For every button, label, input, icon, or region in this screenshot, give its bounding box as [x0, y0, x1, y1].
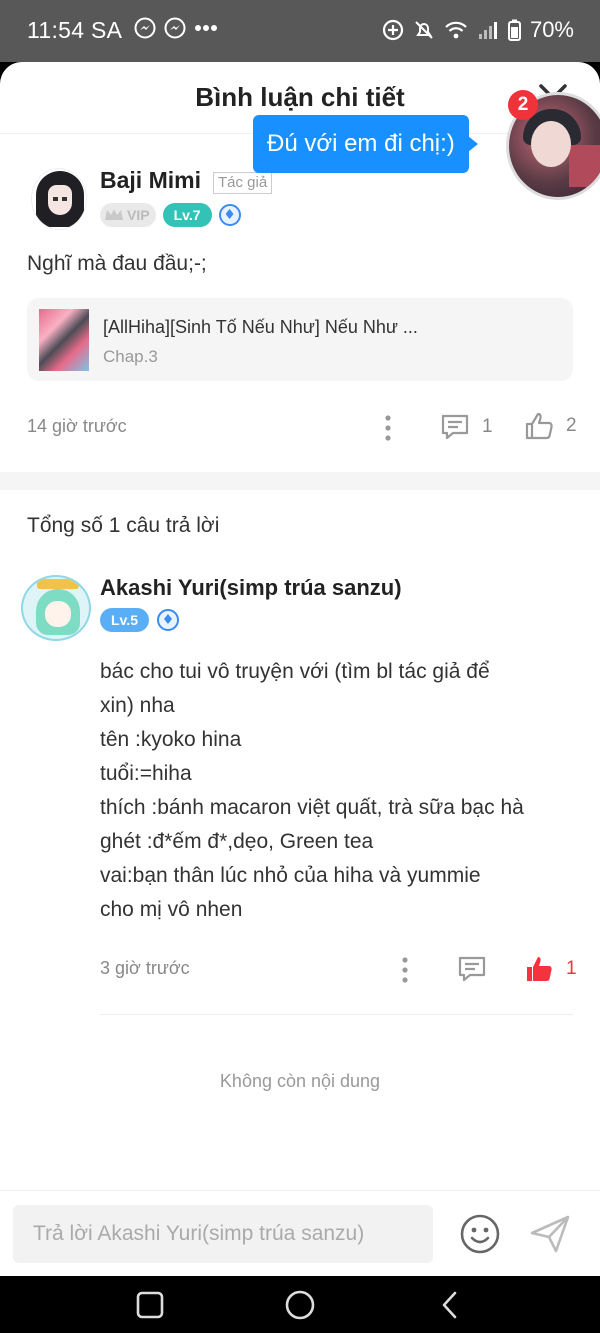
diamond-icon — [218, 204, 241, 226]
vip-label: VIP — [127, 207, 150, 223]
thumbs-up-filled-icon — [527, 957, 552, 981]
vip-badge: VIP — [100, 203, 156, 227]
home-icon[interactable] — [285, 1290, 315, 1320]
like-button[interactable]: 1 — [524, 954, 577, 984]
send-icon[interactable] — [528, 1213, 572, 1255]
emoji-icon[interactable] — [459, 1213, 501, 1255]
reply-time: 3 giờ trước — [100, 958, 190, 978]
status-time: 11:54 SA — [27, 17, 123, 43]
battery-icon — [507, 19, 521, 41]
comment-icon — [441, 414, 469, 440]
more-dots-icon — [195, 25, 217, 31]
reply-actions: 3 giờ trước 1 — [0, 950, 600, 990]
comment-actions: 14 giờ trước 1 2 — [0, 408, 600, 448]
end-of-content: Không còn nội dung — [219, 1071, 381, 1091]
reply-author-name[interactable]: Akashi Yuri(simp trúa sanzu) — [100, 575, 402, 601]
user-badges: VIP Lv.7 — [100, 203, 241, 227]
author-tag: Tác giả — [213, 172, 273, 194]
signal-icon — [478, 22, 497, 39]
replies-count: Tổng số 1 câu trả lời — [27, 514, 220, 537]
like-button[interactable]: 2 — [524, 411, 577, 441]
like-count: 2 — [566, 415, 577, 436]
section-divider — [0, 472, 600, 490]
book-title: [AllHiha][Sinh Tố Nếu Như] Nếu Như ... — [103, 317, 418, 337]
reply-line: cho mị vô nhen — [100, 898, 243, 921]
comment-time: 14 giờ trước — [27, 416, 127, 436]
level-badge: Lv.5 — [100, 608, 149, 632]
reply-input[interactable] — [13, 1205, 433, 1263]
more-options-icon[interactable] — [399, 956, 411, 984]
battery-percent: 70% — [529, 17, 574, 42]
reply-line: xin) nha — [100, 694, 175, 717]
book-cover — [39, 309, 89, 371]
avatar[interactable] — [21, 575, 91, 641]
book-chapter: Chap.3 — [103, 347, 158, 366]
user-badges: Lv.5 — [100, 608, 179, 632]
level-badge: Lv.7 — [162, 203, 212, 227]
reply-line: ghét :đ*ếm đ*,dẹo, Green tea — [100, 830, 374, 853]
wifi-icon — [445, 21, 467, 39]
reply-input-bar — [0, 1190, 600, 1276]
crown-icon — [105, 209, 123, 220]
notification-badge: 2 — [508, 90, 538, 120]
comment-icon[interactable] — [457, 954, 487, 984]
comment-author-name[interactable]: Baji Mimi — [100, 167, 201, 194]
comment-text: Nghĩ mà đau đầu;-; — [27, 252, 207, 275]
status-bar: 11:54 SA 70% — [0, 0, 600, 62]
thumbs-up-icon — [525, 412, 553, 440]
recent-apps-icon[interactable] — [135, 1290, 165, 1320]
reply-line: bác cho tui vô truyện với (tìm bl tác gi… — [100, 660, 490, 683]
reply-button[interactable]: 1 — [440, 412, 493, 442]
reply-line: thích :bánh macaron việt quất, trà sữa b… — [100, 796, 524, 819]
mute-icon — [415, 21, 433, 39]
reply-count: 1 — [482, 416, 493, 437]
reply-line: tuổi:=hiha — [100, 762, 192, 785]
reply-text: bác cho tui vô truyện với (tìm bl tác gi… — [100, 655, 570, 927]
reply-line: tên :kyoko hina — [100, 728, 242, 751]
floating-message-bubble[interactable]: Đú với em đi chị:) — [253, 115, 478, 173]
navigation-bar — [0, 1276, 600, 1333]
data-saver-icon — [382, 19, 404, 41]
messenger-icon — [134, 17, 156, 39]
reply-line: vai:bạn thân lúc nhỏ của hiha và yummie — [100, 864, 481, 887]
like-count: 1 — [566, 958, 577, 979]
diamond-icon — [156, 609, 179, 631]
avatar[interactable] — [31, 168, 87, 230]
book-card[interactable]: [AllHiha][Sinh Tố Nếu Như] Nếu Như ... C… — [27, 298, 573, 381]
messenger-icon — [164, 17, 186, 39]
back-icon[interactable] — [435, 1290, 465, 1320]
comment-detail-sheet: Bình luận chi tiết Baji Mimi Tác giả VIP… — [0, 62, 600, 1276]
divider — [100, 1014, 573, 1015]
more-options-icon[interactable] — [382, 414, 394, 442]
